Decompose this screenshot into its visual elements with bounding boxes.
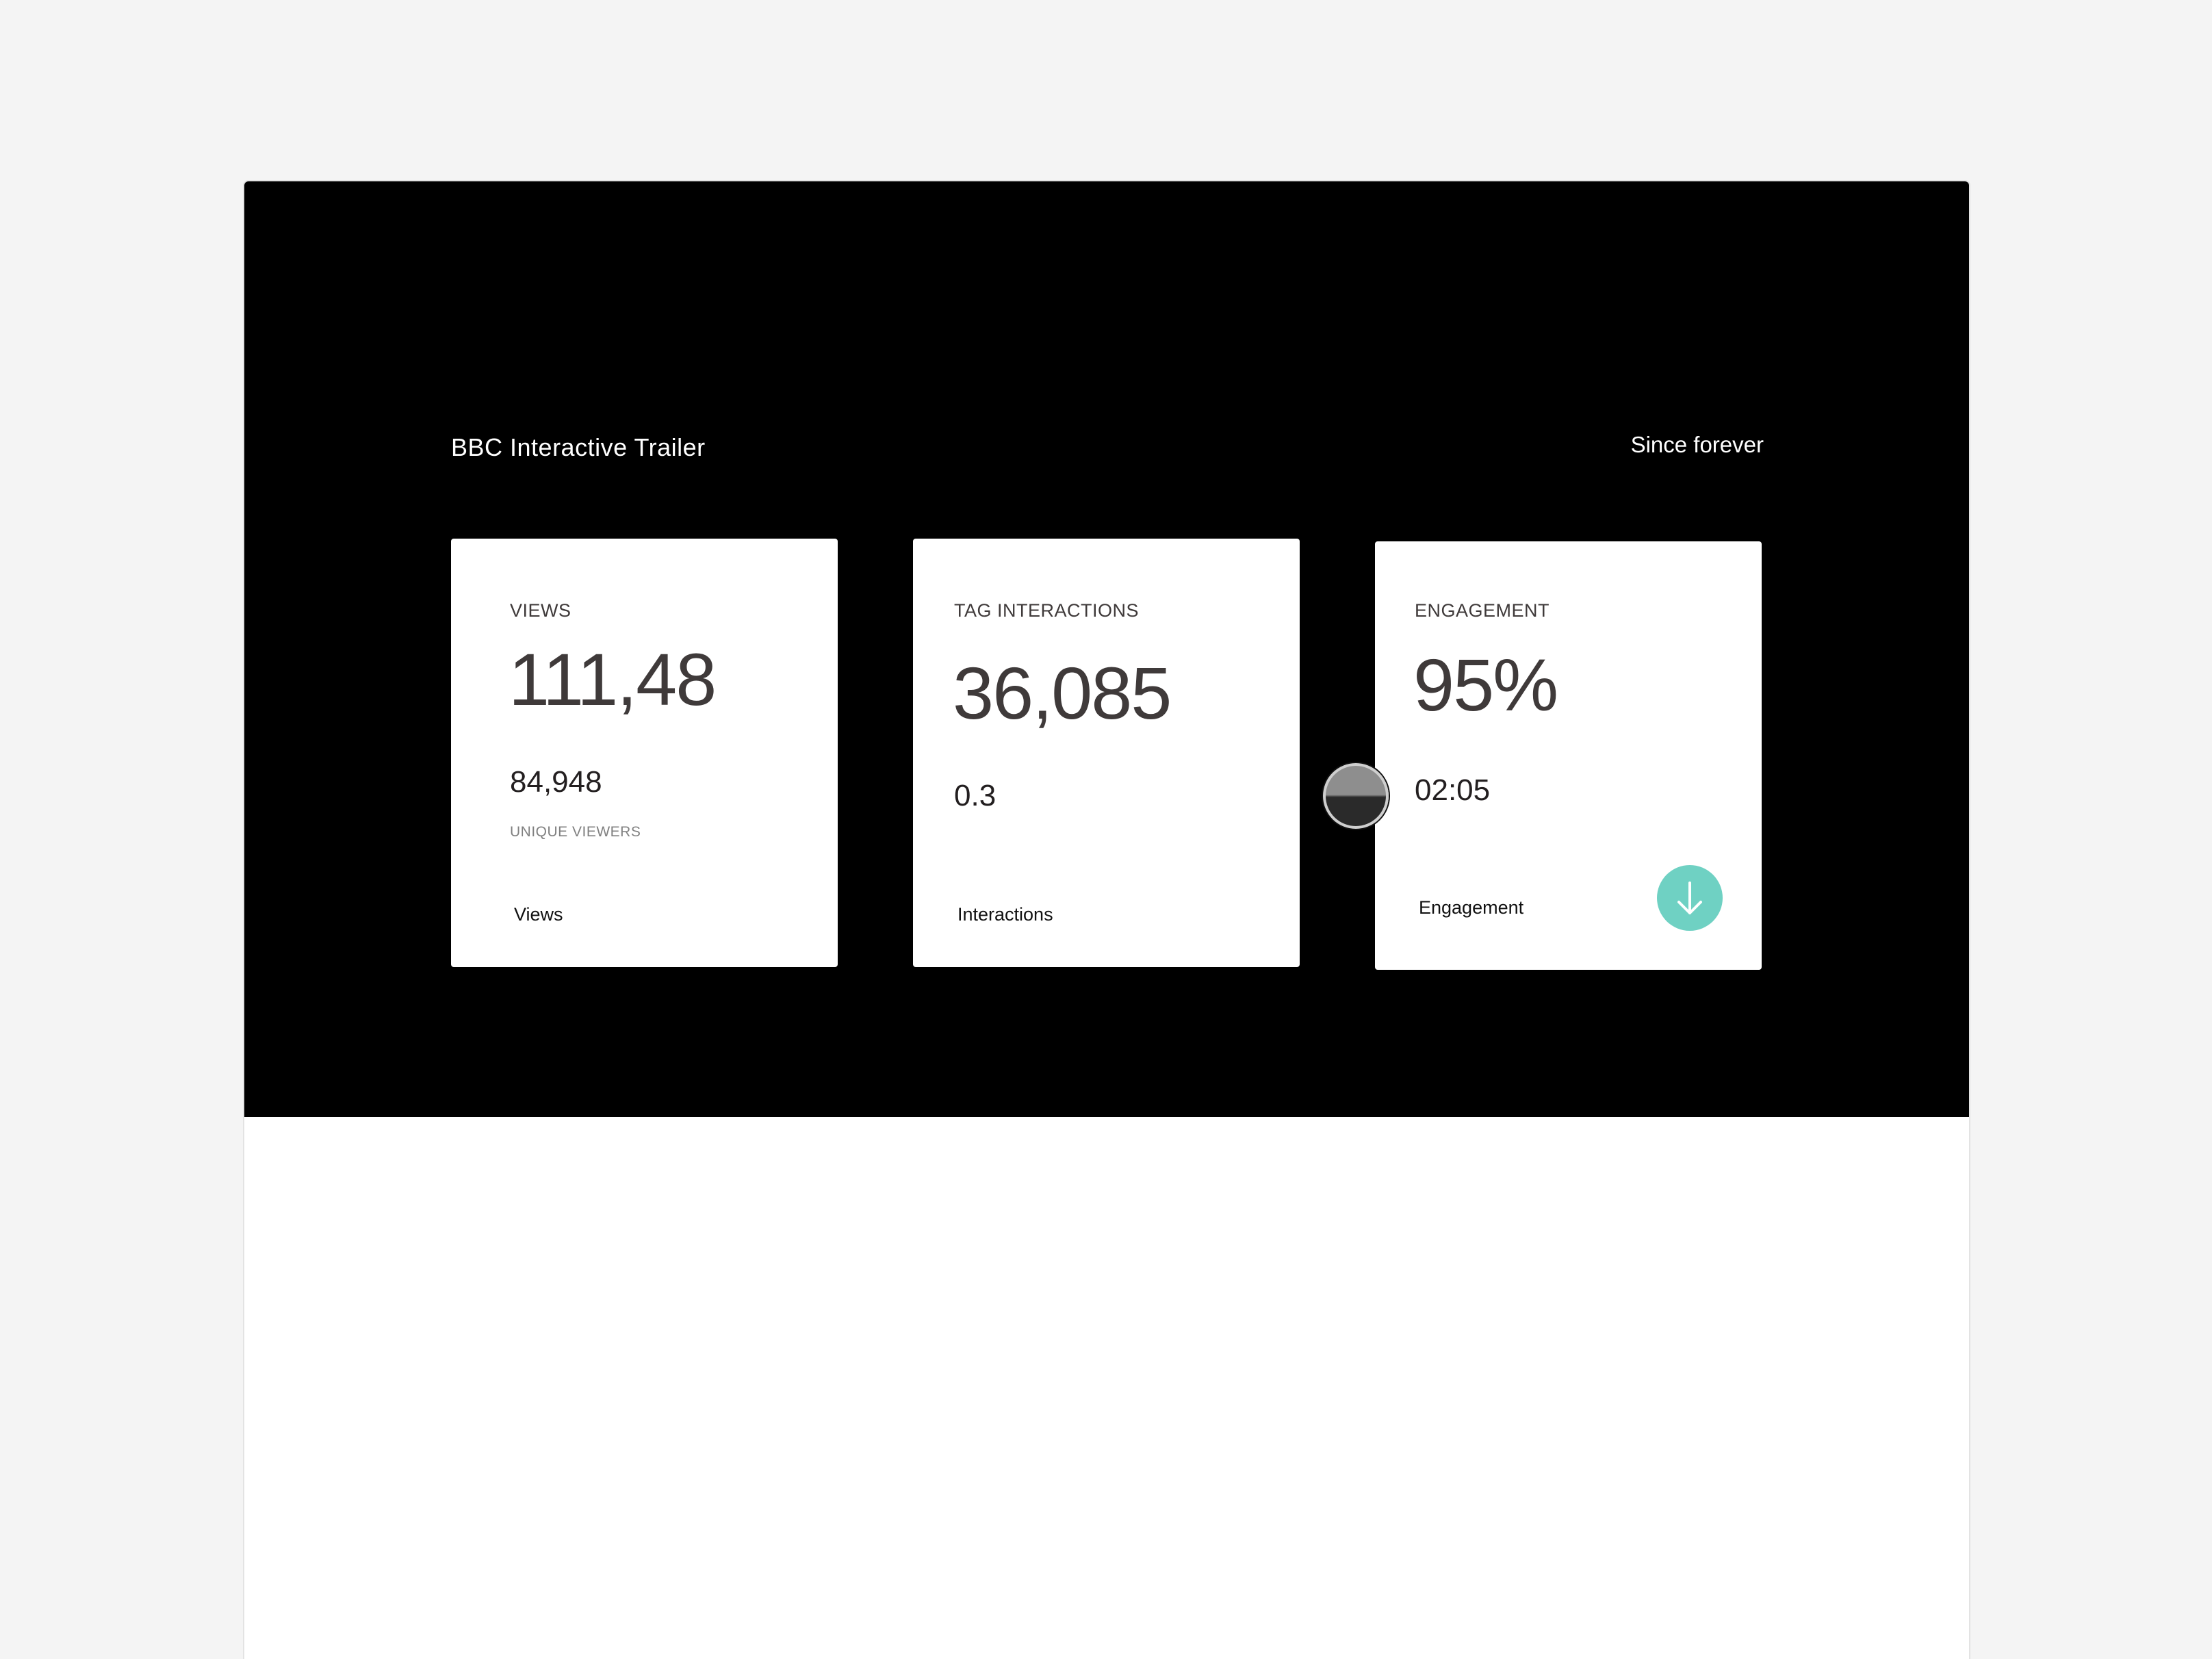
views-card: VIEWS 111,48 84,948 UNIQUE VIEWERS Views <box>451 539 838 967</box>
download-button[interactable] <box>1657 865 1723 931</box>
engagement-card: ENGAGEMENT 95% 02:05 Engagement <box>1375 541 1762 970</box>
cursor-indicator <box>1323 763 1389 829</box>
engagement-label: ENGAGEMENT <box>1415 600 1550 621</box>
views-label: VIEWS <box>510 600 571 621</box>
tag-interactions-value: 36,085 <box>953 652 1172 734</box>
interaction-rate-value: 0.3 <box>954 779 996 812</box>
app-frame: BBC Interactive Trailer Since forever VI… <box>243 180 1970 1659</box>
arrow-down-icon <box>1677 882 1702 914</box>
average-time-value: 02:05 <box>1415 773 1491 807</box>
views-link[interactable]: Views <box>514 904 563 925</box>
unique-viewers-value: 84,948 <box>510 765 602 799</box>
page-title: BBC Interactive Trailer <box>451 433 706 461</box>
engagement-link[interactable]: Engagement <box>1419 897 1523 918</box>
unique-viewers-label: UNIQUE VIEWERS <box>510 824 641 840</box>
engagement-value: 95% <box>1413 643 1558 726</box>
tag-interactions-label: TAG INTERACTIONS <box>954 600 1140 621</box>
hero-banner: BBC Interactive Trailer Since forever VI… <box>244 181 1969 1117</box>
interactions-link[interactable]: Interactions <box>957 904 1053 925</box>
views-value: 111,48 <box>509 638 717 721</box>
date-range-selector[interactable]: Since forever <box>1631 432 1764 458</box>
tag-interactions-card: TAG INTERACTIONS 36,085 0.3 Interactions <box>913 539 1300 967</box>
